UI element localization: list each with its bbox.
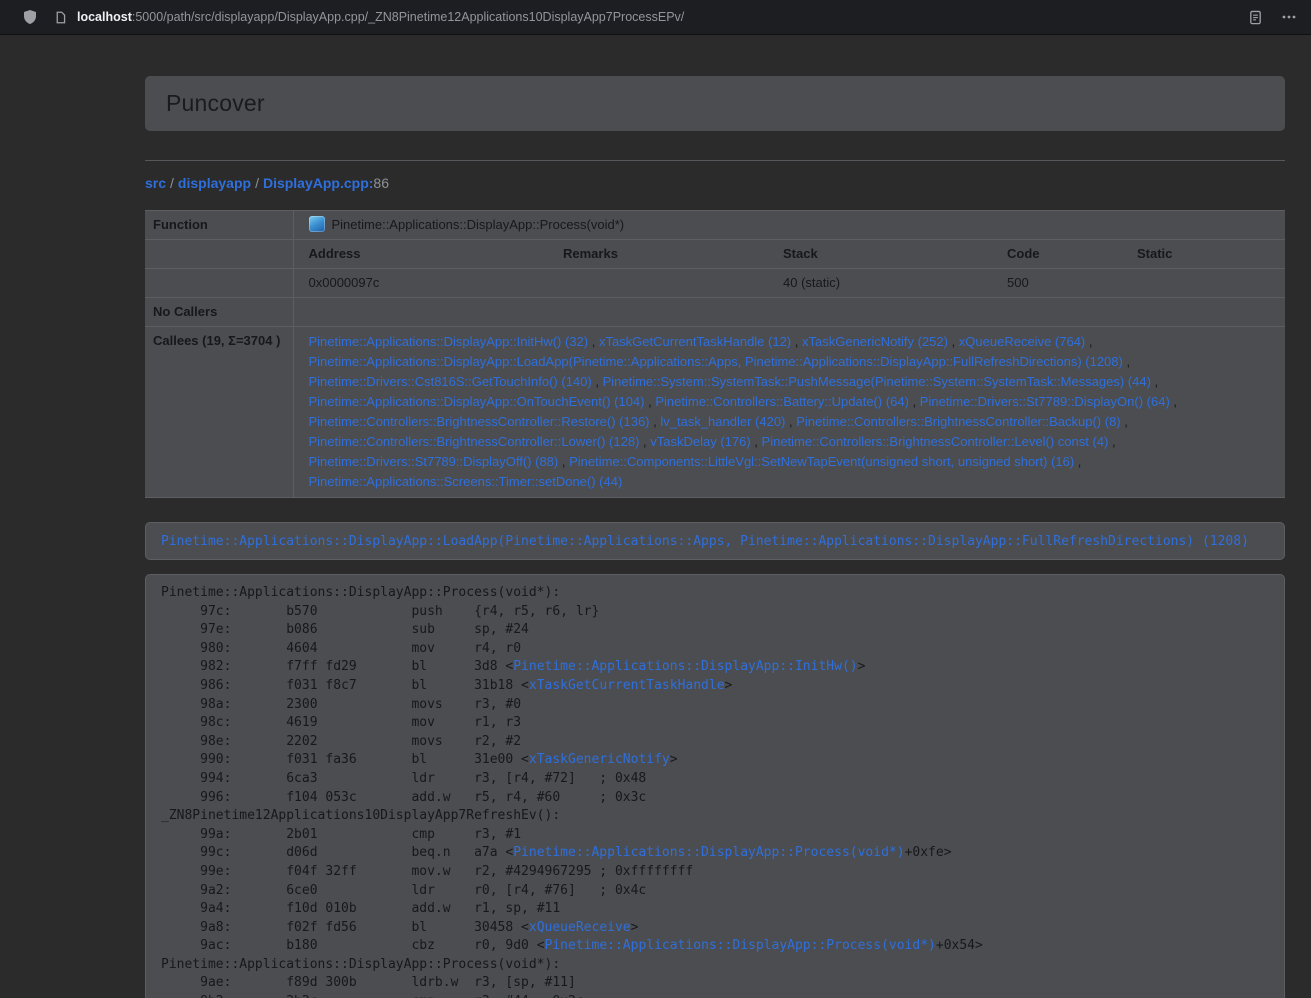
callee-link[interactable]: xQueueReceive (764) [959,334,1085,349]
breadcrumb-link-file[interactable]: DisplayApp.cpp: [263,175,373,191]
callee-link[interactable]: xTaskGenericNotify (252) [802,334,948,349]
disassembly-symbol-link[interactable]: xTaskGetCurrentTaskHandle [529,678,725,693]
callee-link[interactable]: Pinetime::Applications::DisplayApp::Init… [309,334,589,349]
callee-link[interactable]: lv_task_handler (420) [660,414,785,429]
callee-link[interactable]: Pinetime::System::SystemTask::PushMessag… [603,374,1151,389]
no-callers-label: No Callers [145,298,293,327]
callee-link[interactable]: Pinetime::Controllers::BrightnessControl… [796,414,1120,429]
callee-separator: , [650,414,661,429]
code-value: 500 [992,269,1122,298]
disassembly-symbol-link[interactable]: Pinetime::Applications::DisplayApp::Proc… [513,845,904,860]
disassembly-symbol-link[interactable]: xTaskGenericNotify [529,752,670,767]
column-header-code: Code [992,240,1122,269]
callee-link[interactable]: Pinetime::Applications::DisplayApp::Load… [309,354,1123,369]
callee-link[interactable]: vTaskDelay (176) [650,434,750,449]
disassembly-symbol-link[interactable]: Pinetime::Applications::DisplayApp::Init… [513,659,857,674]
divider [145,160,1285,161]
callee-separator: , [645,394,656,409]
callee-link[interactable]: Pinetime::Controllers::BrightnessControl… [762,434,1109,449]
column-header-stack: Stack [768,240,992,269]
symbol-table: Function Pinetime::Applications::Display… [145,210,1285,498]
callee-link[interactable]: Pinetime::Controllers::BrightnessControl… [309,434,640,449]
table-row: 0x0000097c 40 (static) 500 [145,269,1285,298]
page-info-icon[interactable] [54,11,67,24]
address-bar[interactable]: localhost:5000/path/src/displayapp/Displ… [77,10,1248,24]
breadcrumb-link-displayapp[interactable]: displayapp [178,175,251,191]
address-value: 0x0000097c [293,269,548,298]
callee-separator: , [558,454,569,469]
callee-separator: , [1170,394,1177,409]
callee-link[interactable]: Pinetime::Drivers::St7789::DisplayOn() (… [920,394,1170,409]
callee-link[interactable]: Pinetime::Applications::DisplayApp::OnTo… [309,394,645,409]
breadcrumb: src/displayapp/DisplayApp.cpp:86 [145,173,1285,193]
callee-separator: , [1085,334,1092,349]
callee-link[interactable]: Pinetime::Controllers::Battery::Update()… [655,394,909,409]
remarks-value [548,269,768,298]
stack-value: 40 (static) [768,269,992,298]
reader-mode-icon[interactable] [1248,10,1263,25]
callee-separator: , [1123,354,1130,369]
callee-separator: , [592,374,603,389]
callee-separator: , [948,334,959,349]
callee-separator: , [909,394,920,409]
function-label: Function [145,211,293,240]
callees-list: Pinetime::Applications::DisplayApp::Init… [293,327,1285,498]
page-content: Puncover src/displayapp/DisplayApp.cpp:8… [145,76,1285,998]
callee-link[interactable]: xTaskGetCurrentTaskHandle (12) [599,334,791,349]
disassembly-symbol-link[interactable]: Pinetime::Applications::DisplayApp::Proc… [545,938,936,953]
symbol-link-box: Pinetime::Applications::DisplayApp::Load… [145,522,1285,560]
table-row: Callees (19, Σ=3704 ) Pinetime::Applicat… [145,327,1285,498]
breadcrumb-separator: / [255,175,259,191]
callee-link[interactable]: Pinetime::Drivers::Cst816S::GetTouchInfo… [309,374,592,389]
disassembly-code: Pinetime::Applications::DisplayApp::Proc… [145,574,1285,998]
callee-link[interactable]: Pinetime::Components::LittleVgl::SetNewT… [569,454,1074,469]
callee-separator: , [751,434,762,449]
line-number: 86 [373,175,389,191]
callee-separator: , [785,414,796,429]
callee-separator: , [588,334,599,349]
no-callers-cell [293,298,1285,327]
more-menu-icon[interactable] [1281,9,1297,25]
url-domain: localhost [77,10,132,24]
browser-chrome: localhost:5000/path/src/displayapp/Displ… [0,0,1311,35]
column-header-address: Address [293,240,548,269]
callee-separator: , [1121,414,1128,429]
app-header: Puncover [145,76,1285,131]
table-row: Function Pinetime::Applications::Display… [145,211,1285,240]
function-name: Pinetime::Applications::DisplayApp::Proc… [332,217,625,232]
callee-separator: , [791,334,802,349]
function-type-icon [309,216,325,232]
callees-label: Callees (19, Σ=3704 ) [145,327,293,498]
callee-link[interactable]: Pinetime::Controllers::BrightnessControl… [309,414,650,429]
url-path: :5000/path/src/displayapp/DisplayApp.cpp… [132,10,684,24]
page-title: Puncover [166,90,265,117]
static-value [1122,269,1285,298]
callee-link[interactable]: Pinetime::Drivers::St7789::DisplayOff() … [309,454,559,469]
callee-separator: , [1074,454,1081,469]
callee-link[interactable]: Pinetime::Applications::Screens::Timer::… [309,474,623,489]
breadcrumb-separator: / [170,175,174,191]
breadcrumb-link-src[interactable]: src [145,175,166,191]
function-cell: Pinetime::Applications::DisplayApp::Proc… [293,211,1285,240]
disassembly-symbol-link[interactable]: xQueueReceive [529,920,631,935]
callee-separator: , [1108,434,1115,449]
callee-separator: , [1151,374,1158,389]
empty-label-cell [145,269,293,298]
table-row: Address Remarks Stack Code Static [145,240,1285,269]
callee-separator: , [639,434,650,449]
loadapp-symbol-link[interactable]: Pinetime::Applications::DisplayApp::Load… [161,534,1249,549]
empty-label-cell [145,240,293,269]
tracking-protection-shield-icon[interactable] [22,9,38,25]
column-header-static: Static [1122,240,1285,269]
column-header-remarks: Remarks [548,240,768,269]
table-row: No Callers [145,298,1285,327]
